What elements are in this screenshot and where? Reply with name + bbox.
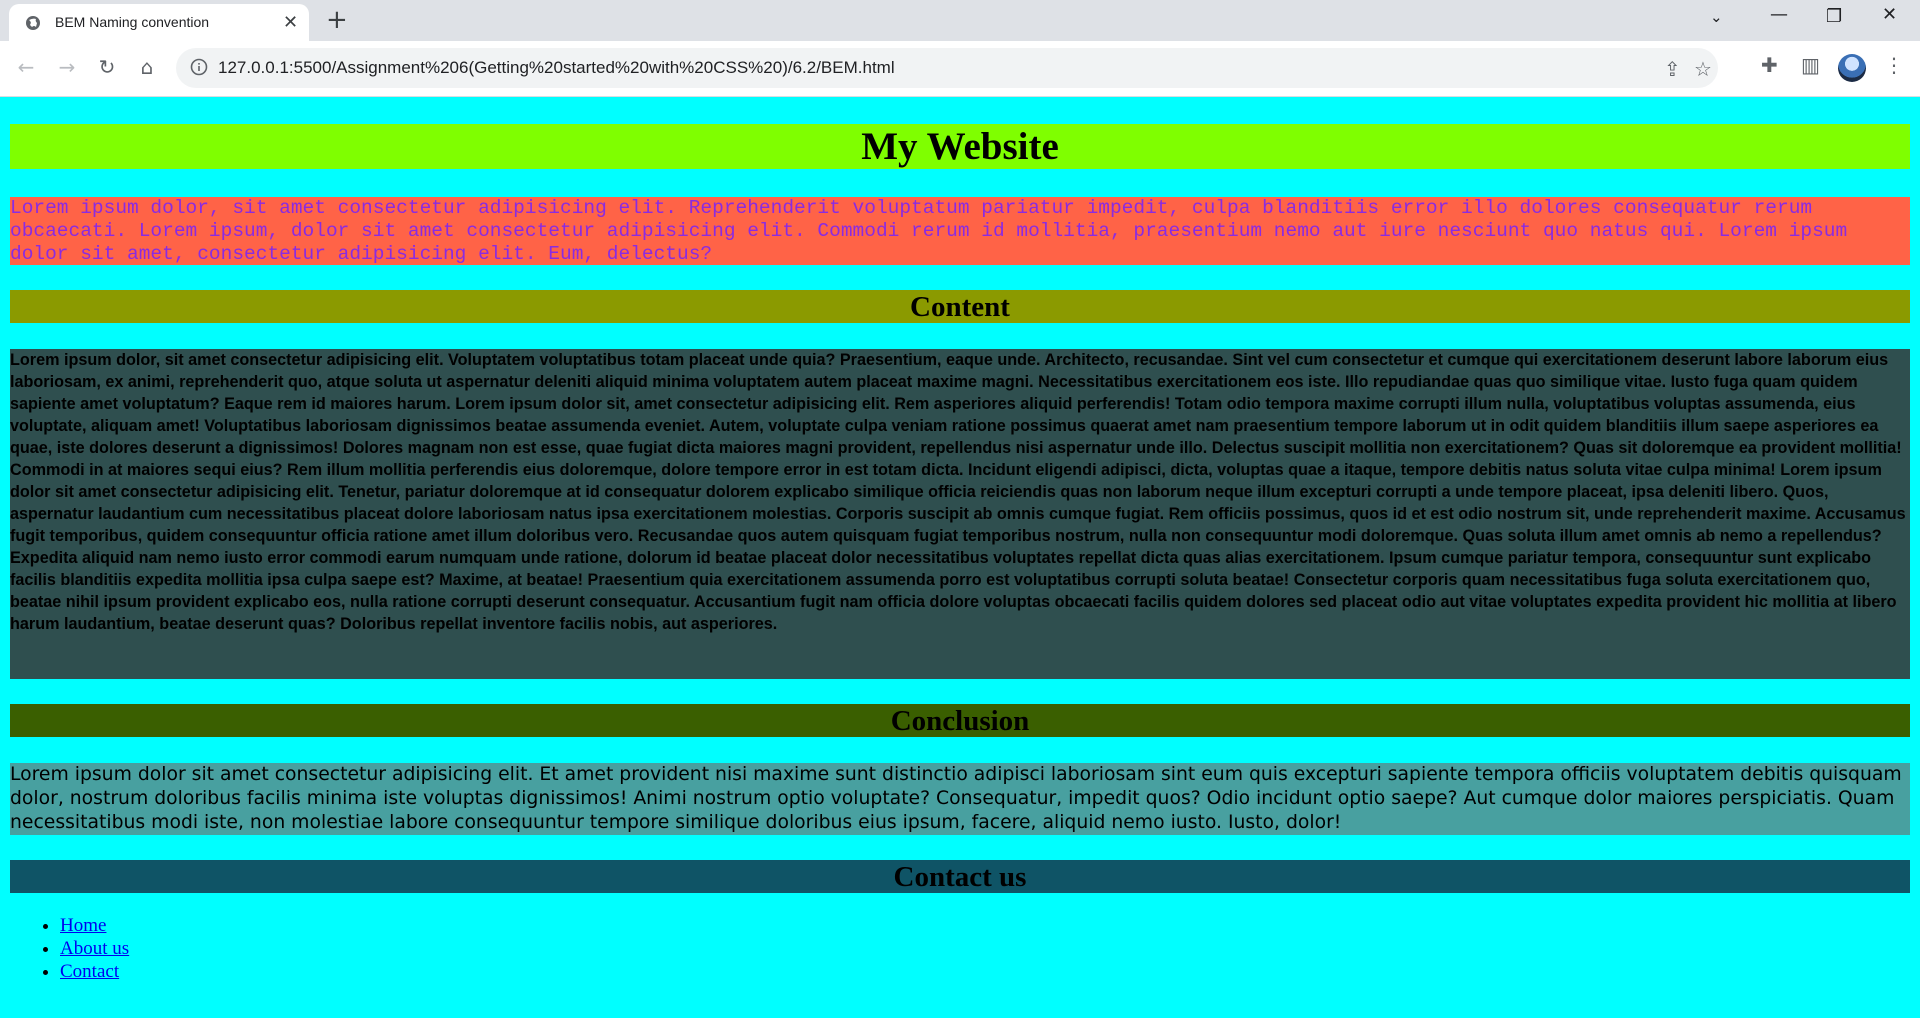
minimize-icon[interactable]: — xyxy=(1770,4,1788,25)
list-item: Contact xyxy=(60,960,129,983)
extensions-icon[interactable]: ✚ xyxy=(1761,53,1778,77)
home-icon[interactable]: ⌂ xyxy=(133,53,161,81)
page-content: My Website Lorem ipsum dolor, sit amet c… xyxy=(0,96,1920,1018)
home-link[interactable]: Home xyxy=(60,915,106,936)
contact-heading: Contact us xyxy=(10,860,1910,893)
tab-title: BEM Naming convention xyxy=(55,14,210,30)
list-item: Home xyxy=(60,914,129,937)
restore-icon[interactable]: ❐ xyxy=(1826,6,1842,27)
url-text: 127.0.0.1:5500/Assignment%206(Getting%20… xyxy=(218,58,895,77)
address-bar[interactable]: 127.0.0.1:5500/Assignment%206(Getting%20… xyxy=(176,48,1718,88)
browser-chrome: BEM Naming convention ✕ + ⌄ — ❐ ✕ ← → ↻ … xyxy=(0,0,1920,97)
side-panel-icon[interactable]: ▥ xyxy=(1801,53,1820,77)
forward-arrow-icon[interactable]: → xyxy=(53,53,81,81)
conclusion-paragraph: Lorem ipsum dolor sit amet consectetur a… xyxy=(10,763,1910,835)
browser-toolbar: ← → ↻ ⌂ 127.0.0.1:5500/Assignment%206(Ge… xyxy=(0,41,1920,97)
tab-strip: BEM Naming convention ✕ + ⌄ — ❐ ✕ xyxy=(0,0,1920,41)
content-paragraph: Lorem ipsum dolor, sit amet consectetur … xyxy=(10,349,1910,679)
conclusion-heading: Conclusion xyxy=(10,704,1910,737)
browser-tab[interactable]: BEM Naming convention ✕ xyxy=(9,4,309,41)
avatar[interactable] xyxy=(1838,54,1866,82)
about-us-link[interactable]: About us xyxy=(60,938,129,959)
contact-link[interactable]: Contact xyxy=(60,961,119,982)
intro-paragraph: Lorem ipsum dolor, sit amet consectetur … xyxy=(10,197,1910,265)
plus-icon[interactable]: + xyxy=(326,6,348,34)
contact-links-list: Home About us Contact xyxy=(10,914,129,983)
globe-icon xyxy=(26,16,40,30)
chevron-down-icon[interactable]: ⌄ xyxy=(1710,8,1723,26)
reload-icon[interactable]: ↻ xyxy=(93,53,121,81)
info-icon[interactable] xyxy=(190,58,208,76)
content-heading: Content xyxy=(10,290,1910,323)
more-icon[interactable]: ⋮ xyxy=(1884,53,1904,77)
back-arrow-icon[interactable]: ← xyxy=(12,53,40,81)
close-window-icon[interactable]: ✕ xyxy=(1882,4,1897,25)
star-icon[interactable]: ☆ xyxy=(1694,57,1712,81)
list-item: About us xyxy=(60,937,129,960)
share-icon[interactable]: ⇪ xyxy=(1664,57,1681,81)
close-icon[interactable]: ✕ xyxy=(283,13,298,31)
site-title: My Website xyxy=(10,124,1910,169)
